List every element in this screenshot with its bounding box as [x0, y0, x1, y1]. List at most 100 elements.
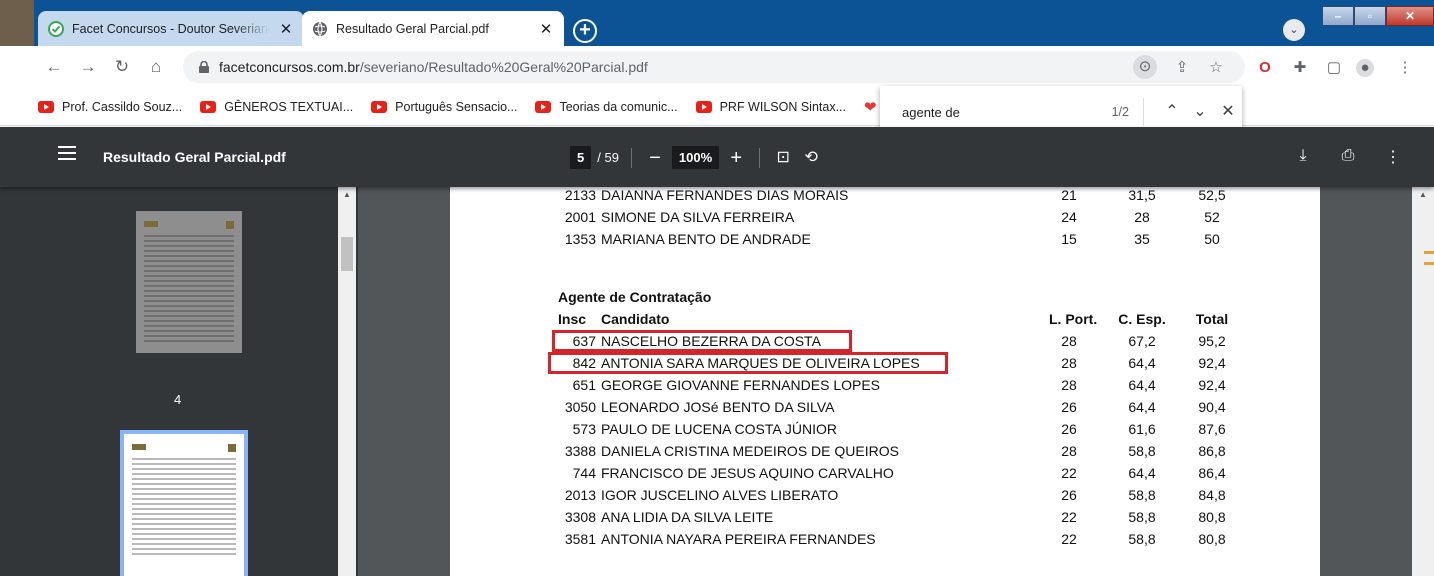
port-cell: 22	[1061, 509, 1077, 525]
close-tab-icon[interactable]: ✕	[278, 20, 294, 38]
red-highlight-box	[552, 330, 852, 352]
table-row: 651 GEORGE GIOVANNE FERNANDES LOPES 28 6…	[450, 377, 1320, 399]
total-cell: 52	[1204, 209, 1220, 225]
bookmark-label: Prof. Cassildo Souz...	[62, 99, 183, 114]
scroll-up-arrow-icon[interactable]: ▲	[338, 187, 356, 203]
side-panel-icon[interactable]: ▢	[1325, 59, 1343, 77]
fit-to-page-icon[interactable]: ⊡	[772, 148, 794, 168]
total-cell: 50	[1204, 231, 1220, 247]
bookmark-item[interactable]: GÊNEROS TEXTUAI...	[200, 100, 353, 114]
thumbnail-seal	[228, 444, 236, 452]
check-circle-icon	[48, 20, 64, 37]
total-cell: 92,4	[1198, 377, 1226, 393]
tab-title: Resultado Geral Parcial.pdf	[336, 21, 489, 36]
minimize-button[interactable]: –	[1322, 6, 1354, 26]
port-cell: 26	[1061, 421, 1077, 437]
page-number-input[interactable]: 5	[570, 146, 592, 169]
esp-cell: 35	[1134, 231, 1150, 247]
globe-icon	[312, 21, 328, 37]
zoom-level-input[interactable]: 100%	[671, 146, 720, 169]
tab-search-chevron-icon[interactable]: ⌄	[1283, 19, 1305, 41]
opera-extension-icon[interactable]: O	[1256, 59, 1274, 77]
home-icon[interactable]: ⌂	[146, 57, 166, 77]
table-row: 2001 SIMONE DA SILVA FERREIRA 24 28 52	[450, 209, 1320, 231]
port-cell: 28	[1061, 355, 1077, 371]
page-scrollbar[interactable]: ▲	[1412, 187, 1434, 576]
reload-icon[interactable]: ↻	[112, 57, 132, 77]
youtube-icon	[695, 100, 712, 113]
find-next-chevron-down-icon[interactable]: ⌄	[1186, 98, 1214, 126]
pdf-more-actions-icon[interactable]: ⋮	[1383, 147, 1403, 167]
hamburger-menu-icon[interactable]	[58, 146, 76, 160]
page-thumbnail-4[interactable]	[136, 211, 242, 353]
new-tab-button[interactable]: +	[573, 19, 597, 43]
thumbnail-logo	[132, 444, 146, 450]
url-text: facetconcursos.com.br/severiano/Resultad…	[219, 59, 648, 75]
pdf-viewer: 2133 DAIANNA FERNANDES DIAS MORAIS 21 31…	[358, 187, 1434, 576]
sidebar-scroll-thumb[interactable]	[341, 237, 353, 271]
total-cell: 84,8	[1198, 487, 1226, 503]
esp-cell: 58,8	[1128, 509, 1156, 525]
table-row: 2133 DAIANNA FERNANDES DIAS MORAIS 21 31…	[450, 187, 1320, 209]
close-window-button[interactable]: ✕	[1386, 6, 1434, 26]
profile-avatar-icon[interactable]: ●	[1356, 59, 1374, 77]
zoom-in-icon[interactable]: +	[725, 148, 747, 168]
toolbar-divider	[630, 147, 632, 168]
bookmark-star-icon[interactable]: ☆	[1207, 59, 1225, 77]
maximize-button[interactable]: ▫	[1354, 6, 1386, 26]
insc-cell: 3050	[564, 399, 596, 415]
bookmark-item[interactable]: PRF WILSON Sintax...	[695, 100, 846, 114]
insc-cell: 744	[572, 465, 596, 481]
candidate-cell: ANA LIDIA DA SILVA LEITE	[601, 509, 774, 525]
esp-cell: 64,4	[1128, 355, 1156, 371]
thumbnail-page-number: 4	[174, 392, 182, 407]
youtube-icon	[38, 100, 54, 113]
back-arrow-icon[interactable]: ←	[44, 57, 64, 77]
share-icon[interactable]: ⇪	[1173, 59, 1191, 77]
close-tab-icon[interactable]: ✕	[538, 20, 554, 38]
thumbnail-header	[132, 444, 236, 452]
download-icon[interactable]: ⤓	[1293, 147, 1313, 165]
port-cell: 21	[1061, 187, 1077, 203]
esp-cell: 58,8	[1128, 487, 1156, 503]
extensions-puzzle-icon[interactable]: ✚	[1291, 59, 1309, 77]
table-row: 3308 ANA LIDIA DA SILVA LEITE 22 58,8 80…	[450, 509, 1320, 531]
bookmark-item[interactable]: Português Sensacio...	[371, 100, 517, 114]
find-in-page-icon[interactable]: ⊙	[1133, 55, 1157, 79]
find-result-marker	[1424, 251, 1434, 265]
page-thumbnail-5[interactable]	[120, 430, 248, 576]
page-controls: 5 / 59 − 100% + ⊡ ⟲	[570, 146, 822, 169]
table-row: 744 FRANCISCO DE JESUS AQUINO CARVALHO 2…	[450, 465, 1320, 487]
header-candidate: Candidato	[601, 311, 670, 327]
port-cell: 28	[1061, 377, 1077, 393]
toolbar-divider	[759, 147, 761, 168]
find-previous-chevron-up-icon[interactable]: ⌃	[1158, 98, 1186, 126]
port-cell: 22	[1061, 531, 1077, 547]
bookmark-item-heart[interactable]: ❤	[864, 98, 877, 116]
table-row: 1353 MARIANA BENTO DE ANDRADE 15 35 50	[450, 231, 1320, 253]
total-cell: 80,8	[1198, 509, 1226, 525]
more-menu-icon[interactable]: ⋮	[1396, 59, 1414, 77]
total-cell: 52,5	[1198, 187, 1226, 203]
candidate-cell: SIMONE DA SILVA FERREIRA	[601, 209, 795, 225]
insc-cell: 651	[572, 377, 596, 393]
forward-arrow-icon[interactable]: →	[78, 57, 98, 77]
total-cell: 87,6	[1198, 421, 1226, 437]
zoom-out-icon[interactable]: −	[644, 148, 666, 168]
find-close-icon[interactable]: ✕	[1214, 98, 1242, 126]
tab-facet-concursos[interactable]: Facet Concursos - Doutor Severiano ✕	[38, 11, 304, 46]
tab-resultado-pdf[interactable]: Resultado Geral Parcial.pdf ✕	[302, 11, 564, 46]
url-host: facetconcursos.com.br	[219, 59, 360, 75]
esp-cell: 61,6	[1128, 421, 1156, 437]
bookmark-item[interactable]: Teorias da comunic...	[535, 100, 678, 114]
sidebar-scrollbar[interactable]: ▲	[338, 187, 356, 576]
youtube-icon	[535, 100, 552, 113]
bookmark-item[interactable]: Prof. Cassildo Souz...	[38, 100, 182, 114]
insc-cell: 3308	[564, 509, 596, 525]
rotate-icon[interactable]: ⟲	[800, 148, 822, 168]
find-input[interactable]: agente de	[902, 105, 1112, 120]
port-cell: 28	[1061, 333, 1077, 349]
address-bar[interactable]: facetconcursos.com.br/severiano/Resultad…	[183, 51, 1245, 83]
print-icon[interactable]: ⎙	[1338, 147, 1358, 165]
scroll-up-arrow-icon[interactable]: ▲	[1412, 187, 1434, 203]
